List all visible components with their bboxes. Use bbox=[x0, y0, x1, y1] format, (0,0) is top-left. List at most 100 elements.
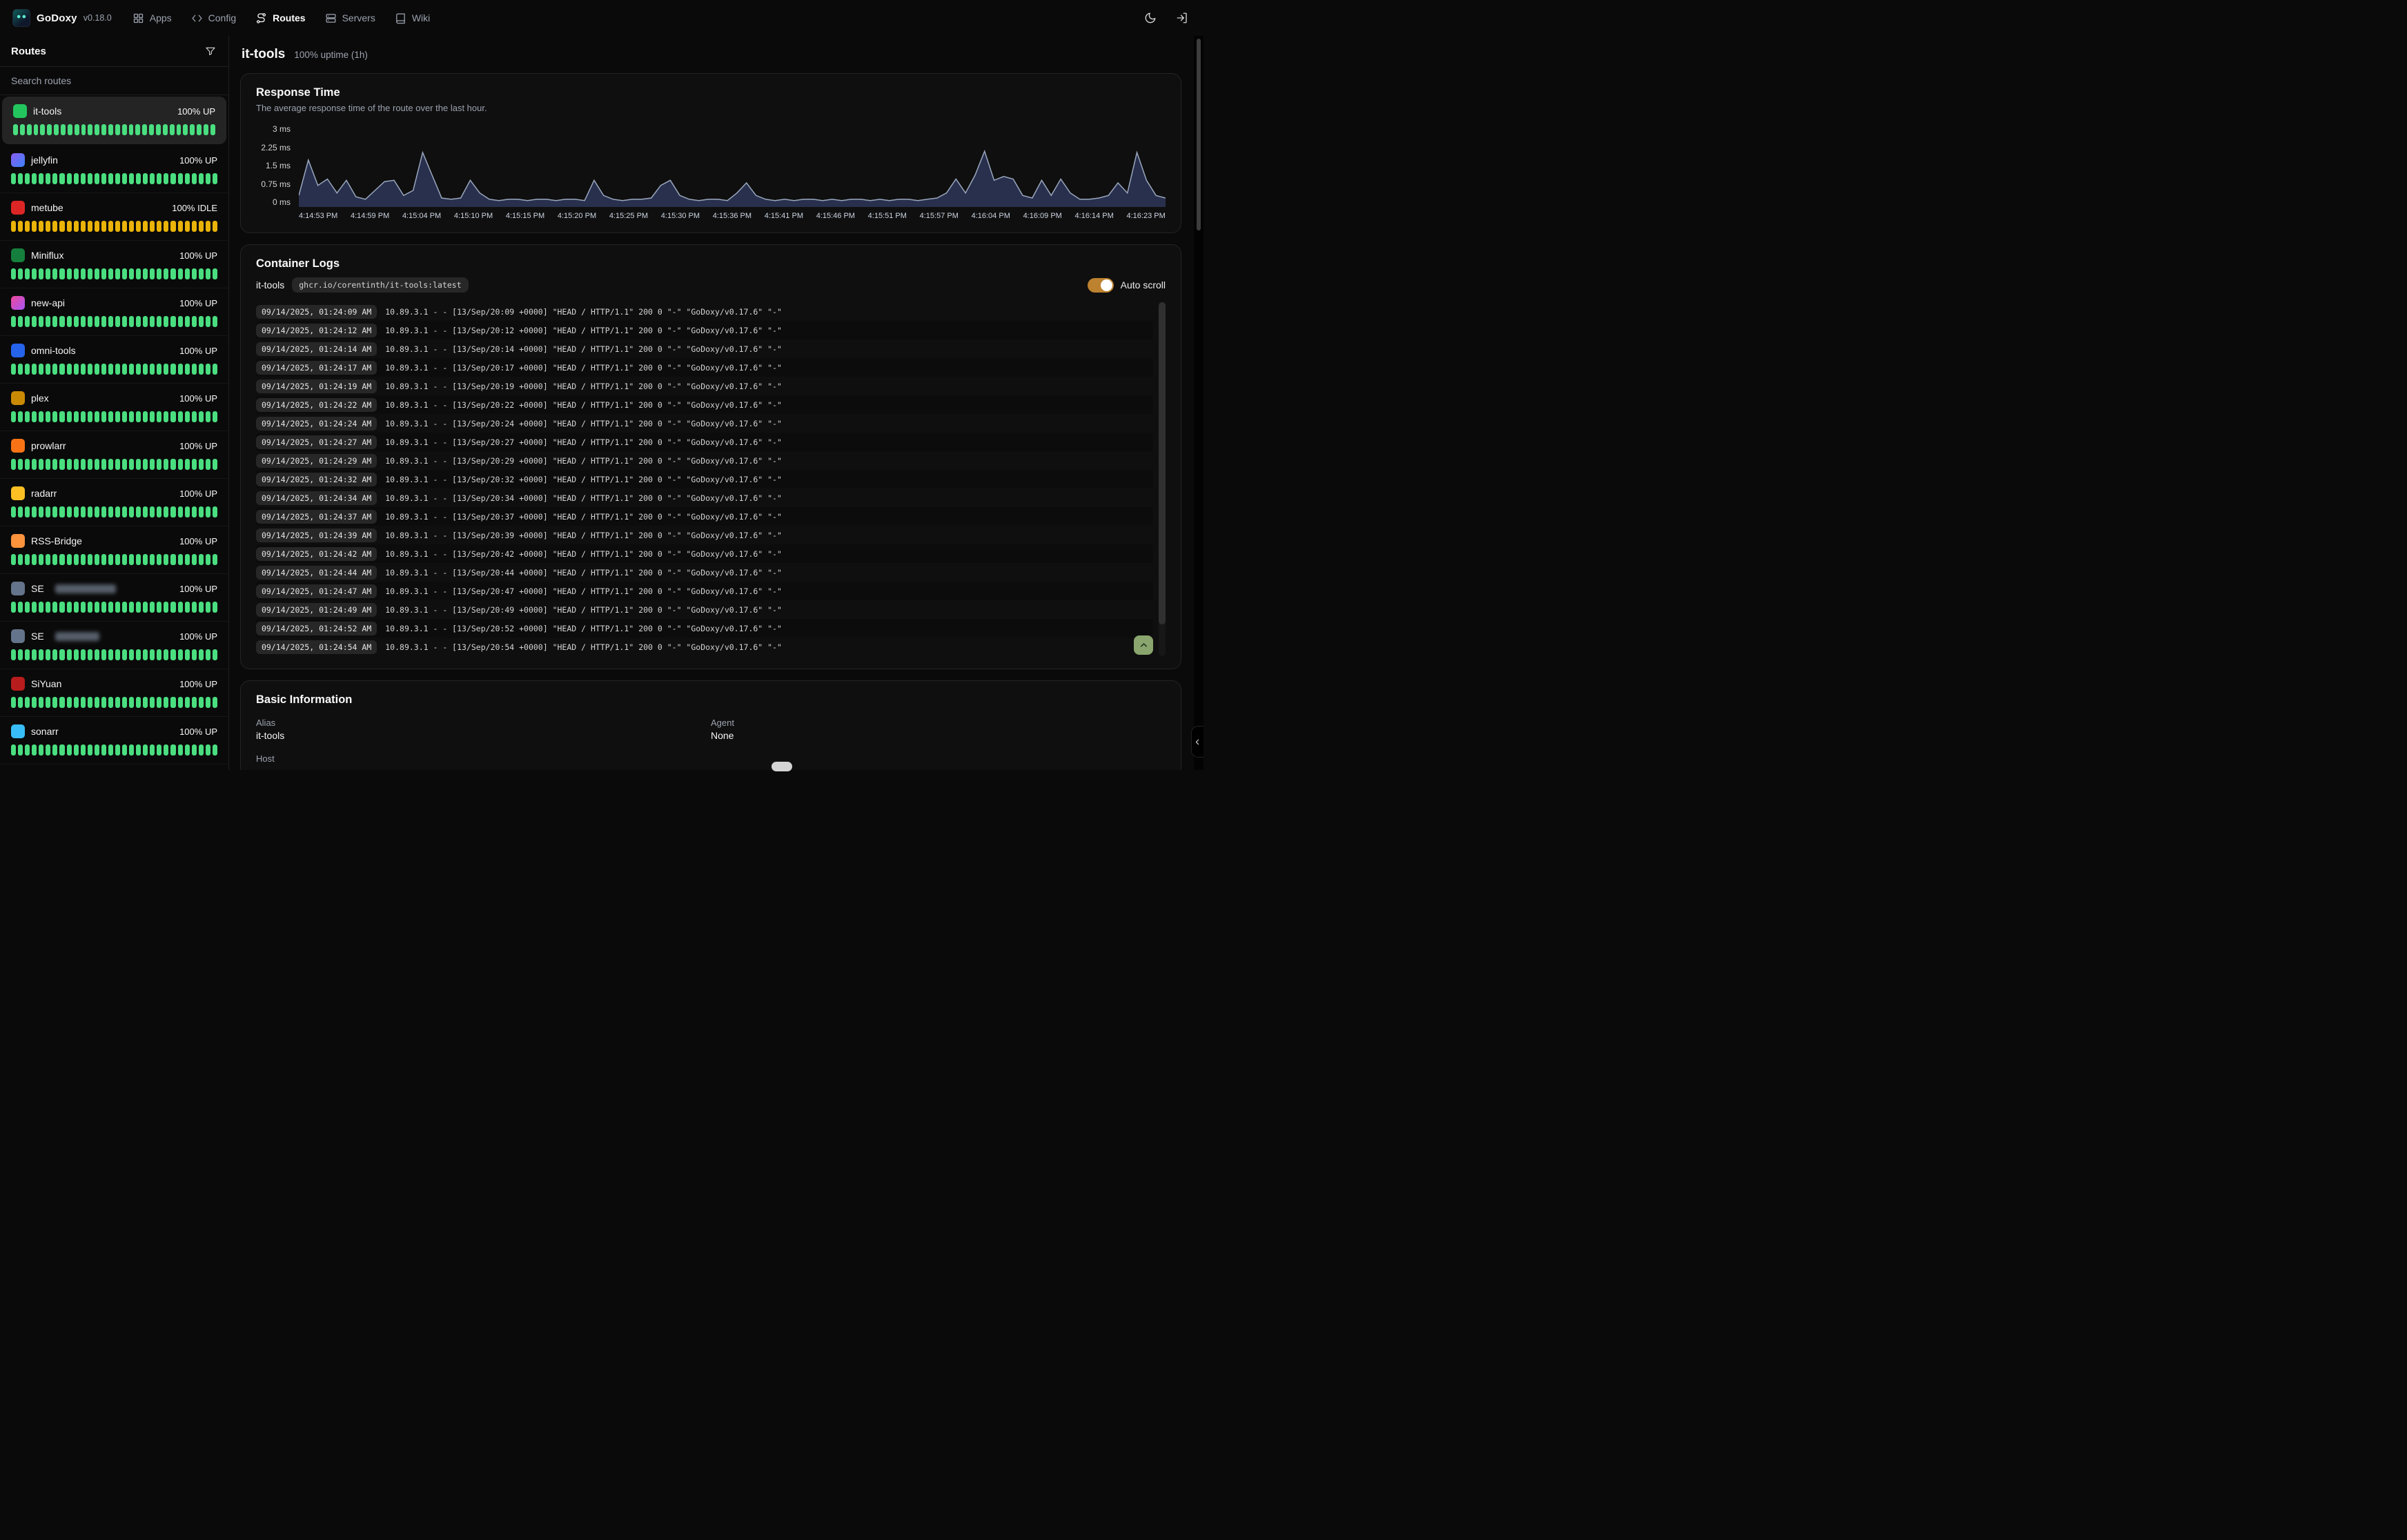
logs-route-name: it-tools bbox=[256, 279, 284, 290]
uptime-bar bbox=[170, 411, 175, 422]
response-chart-svg bbox=[299, 124, 1166, 207]
uptime-bar bbox=[178, 268, 183, 279]
route-name: it-tools bbox=[33, 106, 61, 117]
uptime-bar bbox=[11, 411, 16, 422]
route-name: omni-tools bbox=[31, 345, 76, 356]
uptime-bar bbox=[164, 697, 168, 708]
autoscroll-toggle[interactable] bbox=[1088, 278, 1114, 293]
nav-item-label: Apps bbox=[150, 12, 172, 23]
route-item[interactable]: SE 100% UP bbox=[0, 622, 228, 669]
route-item[interactable]: it-tools 100% UP bbox=[2, 97, 226, 144]
route-item[interactable]: RSS-Bridge 100% UP bbox=[0, 526, 228, 574]
uptime-bar bbox=[136, 221, 141, 232]
uptime-bar bbox=[108, 649, 113, 660]
uptime-bar bbox=[81, 506, 86, 517]
uptime-bar bbox=[95, 554, 99, 565]
chevron-up-icon bbox=[1139, 640, 1149, 651]
route-item[interactable]: radarr 100% UP bbox=[0, 479, 228, 526]
logs-scrollbar-thumb[interactable] bbox=[1159, 302, 1166, 624]
uptime-bar bbox=[206, 173, 210, 184]
uptime-bar bbox=[150, 602, 155, 613]
partially-visible-badge[interactable] bbox=[772, 762, 792, 771]
uptime-bar bbox=[178, 602, 183, 613]
uptime-bar bbox=[192, 459, 197, 470]
uptime-bars bbox=[11, 649, 217, 660]
container-image-badge: ghcr.io/corentinth/it-tools:latest bbox=[292, 277, 468, 293]
route-item[interactable]: SE 100% UP bbox=[0, 574, 228, 622]
nav-item-apps[interactable]: Apps bbox=[132, 12, 172, 24]
uptime-bar bbox=[52, 649, 57, 660]
uptime-bar bbox=[34, 124, 39, 135]
route-status: 100% UP bbox=[179, 393, 217, 404]
route-item[interactable]: sonarr 100% UP bbox=[0, 717, 228, 764]
uptime-bar bbox=[46, 316, 50, 327]
logs-viewport[interactable]: 09/14/2025, 01:24:09 AM 10.89.3.1 - - [1… bbox=[256, 302, 1166, 656]
uptime-bar bbox=[143, 744, 148, 756]
uptime-bar bbox=[18, 268, 23, 279]
route-name: SiYuan bbox=[31, 678, 61, 689]
route-item[interactable]: prowlarr 100% UP bbox=[0, 431, 228, 479]
x-tick-label: 4:15:57 PM bbox=[920, 212, 959, 220]
uptime-bar bbox=[39, 697, 43, 708]
scroll-to-top-button[interactable] bbox=[1134, 635, 1153, 655]
uptime-bar bbox=[129, 554, 134, 565]
uptime-bar bbox=[129, 364, 134, 375]
uptime-bar bbox=[143, 697, 148, 708]
route-item[interactable]: SiYuan 100% UP bbox=[0, 669, 228, 717]
uptime-bar bbox=[170, 459, 175, 470]
uptime-bar bbox=[11, 316, 16, 327]
nav-item-config[interactable]: Config bbox=[191, 12, 236, 24]
uptime-bar bbox=[46, 268, 50, 279]
search-routes-input[interactable] bbox=[0, 66, 228, 95]
nav-item-servers[interactable]: Servers bbox=[325, 12, 375, 24]
x-tick-label: 4:15:41 PM bbox=[765, 212, 803, 220]
uptime-bar bbox=[213, 602, 217, 613]
uptime-bar bbox=[25, 411, 30, 422]
uptime-bar bbox=[18, 221, 23, 232]
x-tick-label: 4:16:09 PM bbox=[1023, 212, 1062, 220]
uptime-bar bbox=[46, 506, 50, 517]
uptime-bar bbox=[213, 649, 217, 660]
uptime-bar bbox=[185, 173, 190, 184]
uptime-bar bbox=[115, 124, 120, 135]
uptime-bar bbox=[81, 554, 86, 565]
nav-item-wiki[interactable]: Wiki bbox=[395, 12, 430, 24]
collapse-panel-tab[interactable] bbox=[1191, 726, 1204, 758]
uptime-bar bbox=[115, 744, 120, 756]
uptime-bar bbox=[108, 173, 113, 184]
filter-button[interactable] bbox=[204, 44, 217, 58]
log-timestamp: 09/14/2025, 01:24:12 AM bbox=[256, 324, 377, 337]
uptime-bars bbox=[11, 459, 217, 470]
uptime-bar bbox=[101, 316, 106, 327]
route-item[interactable]: jellyfin 100% UP bbox=[0, 146, 228, 193]
logout-button[interactable] bbox=[1173, 9, 1191, 27]
uptime-bar bbox=[95, 268, 99, 279]
nav-item-routes[interactable]: Routes bbox=[255, 12, 305, 24]
uptime-bar bbox=[170, 173, 175, 184]
uptime-bar bbox=[136, 459, 141, 470]
uptime-bar bbox=[32, 364, 37, 375]
theme-toggle-button[interactable] bbox=[1141, 9, 1159, 27]
uptime-bar bbox=[170, 697, 175, 708]
uptime-bar bbox=[81, 697, 86, 708]
uptime-bar bbox=[52, 411, 57, 422]
uptime-bar bbox=[108, 697, 113, 708]
brand-version: v0.18.0 bbox=[83, 13, 112, 23]
route-item[interactable]: new-api 100% UP bbox=[0, 288, 228, 336]
log-row: 09/14/2025, 01:24:22 AM 10.89.3.1 - - [1… bbox=[256, 395, 1153, 414]
uptime-bar bbox=[74, 697, 79, 708]
logs-scrollbar[interactable] bbox=[1159, 302, 1166, 656]
uptime-bar bbox=[115, 602, 120, 613]
route-item[interactable]: Miniflux 100% UP bbox=[0, 241, 228, 288]
route-item[interactable]: plex 100% UP bbox=[0, 384, 228, 431]
route-item[interactable]: omni-tools 100% UP bbox=[0, 336, 228, 384]
brand[interactable]: GoDoxy v0.18.0 bbox=[12, 9, 112, 27]
page-scrollbar-thumb[interactable] bbox=[1197, 39, 1201, 230]
uptime-bar bbox=[11, 459, 16, 470]
uptime-bar bbox=[32, 649, 37, 660]
uptime-bar bbox=[52, 506, 57, 517]
route-item[interactable]: metube 100% IDLE bbox=[0, 193, 228, 241]
main-content: it-tools 100% uptime (1h) Response Time … bbox=[229, 36, 1194, 770]
uptime-bar bbox=[52, 221, 57, 232]
uptime-bar bbox=[18, 411, 23, 422]
